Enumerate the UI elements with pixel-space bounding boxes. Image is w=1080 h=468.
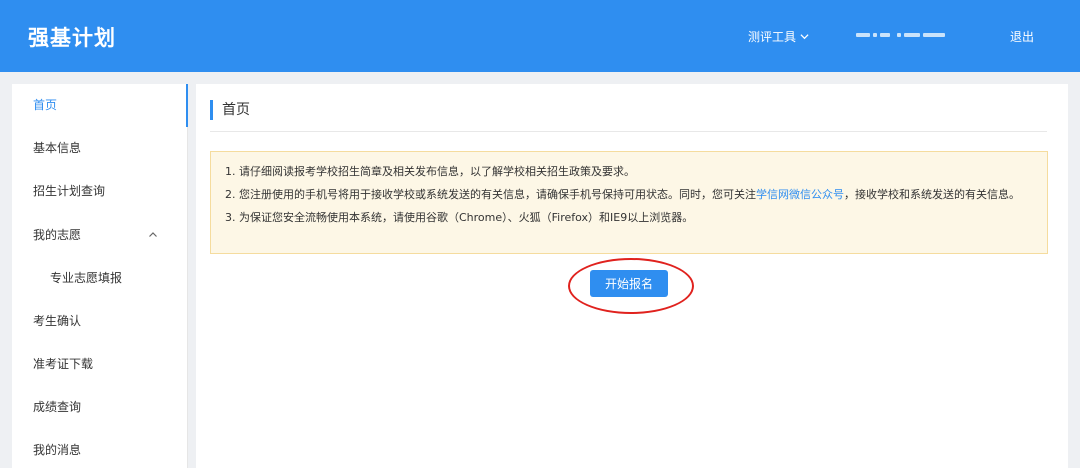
sidebar-item-enrollment-plan[interactable]: 招生计划查询 — [12, 170, 188, 213]
sidebar-item-messages[interactable]: 我的消息 — [12, 429, 188, 468]
notice-line-2-text: 2. 您注册使用的手机号将用于接收学校或系统发送的有关信息，请确保手机号保持可用… — [225, 188, 756, 201]
sidebar-item-label: 准考证下载 — [33, 357, 94, 371]
notice-line-1: 1. 请仔细阅读报考学校招生简章及相关发布信息，以了解学校相关招生政策及要求。 — [225, 165, 635, 178]
sidebar-item-major-choice[interactable]: 专业志愿填报 — [12, 257, 188, 300]
logout-link[interactable]: 退出 — [1010, 28, 1034, 45]
notice-line-3: 3. 为保证您安全流畅使用本系统，请使用谷歌（Chrome）、火狐（Firefo… — [225, 211, 694, 224]
chevron-down-icon — [800, 34, 809, 40]
user-name-blurred — [856, 33, 945, 37]
title-divider — [210, 131, 1047, 132]
sidebar-item-label: 我的消息 — [33, 443, 82, 457]
notice-line-2: 2. 您注册使用的手机号将用于接收学校或系统发送的有关信息，请确保手机号保持可用… — [225, 183, 1033, 206]
main-panel: 首页 1. 请仔细阅读报考学校招生简章及相关发布信息，以了解学校相关招生政策及要… — [196, 84, 1068, 468]
tools-menu[interactable]: 测评工具 — [748, 28, 809, 45]
notice-line-2-tail: ，接收学校和系统发送的有关信息。 — [844, 188, 1020, 201]
sidebar-item-home[interactable]: 首页 — [12, 84, 188, 127]
sidebar-item-label: 专业志愿填报 — [50, 271, 123, 285]
brand-logo[interactable]: 强基计划 — [28, 22, 116, 52]
tools-menu-label: 测评工具 — [748, 30, 797, 44]
notice-box: 1. 请仔细阅读报考学校招生简章及相关发布信息，以了解学校相关招生政策及要求。 … — [210, 151, 1048, 254]
sidebar-item-label: 考生确认 — [33, 314, 82, 328]
start-registration-button[interactable]: 开始报名 — [590, 270, 668, 297]
sidebar-item-basic-info[interactable]: 基本信息 — [12, 127, 188, 170]
sidebar-item-label: 成绩查询 — [33, 400, 82, 414]
sidebar-item-label: 招生计划查询 — [33, 184, 106, 198]
sidebar-item-label: 基本信息 — [33, 141, 82, 155]
sidebar-item-my-choices[interactable]: 我的志愿 — [12, 214, 188, 257]
page-title: 首页 — [210, 100, 250, 120]
sidebar-nav: 首页 基本信息 招生计划查询 我的志愿 专业志愿填报 考生确认 准考证下载 成绩… — [12, 84, 188, 468]
chevron-up-icon — [149, 232, 157, 237]
sidebar-item-confirmation[interactable]: 考生确认 — [12, 300, 188, 343]
sidebar-item-admission-ticket[interactable]: 准考证下载 — [12, 343, 188, 386]
sidebar-item-label: 我的志愿 — [33, 228, 82, 242]
wechat-account-link[interactable]: 学信网微信公众号 — [756, 188, 844, 201]
sidebar-item-label: 首页 — [33, 98, 58, 112]
top-header: 强基计划 测评工具 退出 — [0, 0, 1080, 72]
sidebar-item-scores[interactable]: 成绩查询 — [12, 386, 188, 429]
